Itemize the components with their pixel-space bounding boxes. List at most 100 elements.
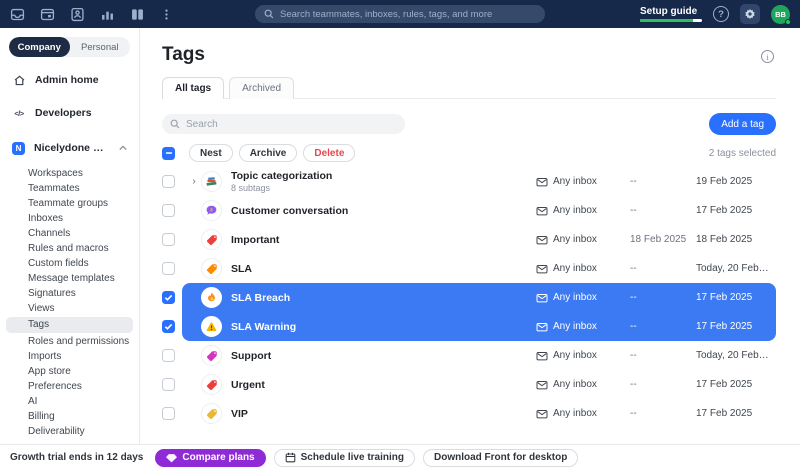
table-row: VIP Any inbox -- 17 Feb 2025 <box>162 399 776 428</box>
split-view-icon[interactable] <box>130 7 145 22</box>
sidebar-item-custom-fields[interactable]: Custom fields <box>0 256 139 271</box>
sidebar-item-channels[interactable]: Channels <box>0 226 139 241</box>
row-checkbox[interactable] <box>162 204 175 217</box>
tag-row-body[interactable]: SLA Warning Any inbox -- 17 Feb 2025 <box>182 312 776 341</box>
settings-sidebar: Company Personal Admin home </> Develope… <box>0 28 140 444</box>
sidebar-item-workspaces[interactable]: Workspaces <box>0 166 139 181</box>
sidebar-workspace-header[interactable]: N Nicelydone Wor... <box>0 138 139 158</box>
toggle-company[interactable]: Company <box>9 37 70 57</box>
envelope-icon <box>536 235 548 245</box>
indeterminate-icon <box>165 152 172 154</box>
tags-tabs: All tags Archived <box>162 76 776 99</box>
calendar-icon[interactable] <box>40 7 55 22</box>
avatar-initials: BB <box>775 9 786 19</box>
inbox-label: Any inbox <box>553 350 597 361</box>
sidebar-item-roles-and-permissions[interactable]: Roles and permissions <box>0 334 139 349</box>
sidebar-item-developers[interactable]: </> Developers <box>0 103 139 123</box>
tag-row-body[interactable]: Customer conversation Any inbox -- 17 Feb 2… <box>182 196 776 225</box>
schedule-training-button[interactable]: Schedule live training <box>273 448 415 467</box>
tab-archived[interactable]: Archived <box>229 77 295 99</box>
tags-search-placeholder: Search <box>186 118 218 130</box>
delete-button[interactable]: Delete <box>303 144 356 162</box>
date-cell-created: Today, 20 Feb… <box>696 263 769 274</box>
tag-name: SLA Warning <box>231 320 297 333</box>
tab-all-tags[interactable]: All tags <box>162 77 225 99</box>
envelope-icon <box>536 264 548 274</box>
user-avatar[interactable]: BB <box>771 4 791 25</box>
gear-icon <box>745 8 755 20</box>
trial-countdown: Growth trial ends in 12 days <box>10 452 144 463</box>
tags-search-input[interactable]: Search <box>162 114 405 134</box>
sidebar-item-tags[interactable]: Tags <box>6 317 133 333</box>
inbox-label: Any inbox <box>553 292 597 303</box>
row-checkbox[interactable] <box>162 233 175 246</box>
tag-name: Urgent <box>231 378 265 391</box>
home-icon <box>12 74 26 87</box>
sidebar-item-teammates[interactable]: Teammates <box>0 181 139 196</box>
toggle-personal[interactable]: Personal <box>70 37 131 57</box>
tag-name-cell: SLA <box>231 263 536 275</box>
sidebar-item-ai[interactable]: AI <box>0 394 139 409</box>
tag-row-body[interactable]: SLA Any inbox -- Today, 20 Feb… <box>182 254 776 283</box>
more-icon[interactable] <box>160 7 173 22</box>
row-checkbox[interactable] <box>162 262 175 275</box>
expand-chevron-icon[interactable]: › <box>187 176 201 187</box>
workspace-label: Nicelydone Wor... <box>34 142 110 154</box>
row-checkbox[interactable] <box>162 349 175 362</box>
inbox-icon[interactable] <box>10 7 25 22</box>
sidebar-item-signatures[interactable]: Signatures <box>0 286 139 301</box>
inbox-cell: Any inbox <box>536 379 630 390</box>
archive-button[interactable]: Archive <box>238 144 298 162</box>
tag-row-body[interactable]: SLA Breach Any inbox -- 17 Feb 2025 <box>182 283 776 312</box>
date-cell-created: 17 Feb 2025 <box>696 205 753 216</box>
sidebar-item-rules-and-macros[interactable]: Rules and macros <box>0 241 139 256</box>
download-desktop-button[interactable]: Download Front for desktop <box>422 448 579 467</box>
tag-row-body[interactable]: Support Any inbox -- Today, 20 Feb… <box>182 341 776 370</box>
row-checkbox[interactable] <box>162 175 175 188</box>
date-cell-secondary: -- <box>630 205 637 216</box>
sidebar-item-app-store[interactable]: App store <box>0 364 139 379</box>
sidebar-item-imports[interactable]: Imports <box>0 349 139 364</box>
sidebar-item-preferences[interactable]: Preferences <box>0 379 139 394</box>
add-tag-button[interactable]: Add a tag <box>709 113 776 135</box>
tag-yellow-icon <box>201 403 222 424</box>
sidebar-item-deliverability[interactable]: Deliverability <box>0 424 139 439</box>
sidebar-item-views[interactable]: Views <box>0 301 139 316</box>
info-icon[interactable]: i <box>761 50 774 63</box>
setup-guide-label: Setup guide <box>640 6 698 17</box>
setup-guide-button[interactable]: Setup guide <box>640 6 702 22</box>
inbox-cell: Any inbox <box>536 350 630 361</box>
tag-name: VIP <box>231 407 248 420</box>
compare-plans-button[interactable]: Compare plans <box>155 448 266 467</box>
contacts-icon[interactable] <box>70 7 85 22</box>
table-row: Support Any inbox -- Today, 20 Feb… <box>162 341 776 370</box>
tag-name-cell: SLA Warning <box>231 321 536 333</box>
row-checkbox[interactable] <box>162 378 175 391</box>
inbox-label: Any inbox <box>553 176 597 187</box>
tag-row-body[interactable]: › Topic categorization 8 subtags Any inbox -… <box>182 167 776 196</box>
nest-button[interactable]: Nest <box>189 144 233 162</box>
sidebar-item-billing[interactable]: Billing <box>0 409 139 424</box>
fire-icon <box>201 287 222 308</box>
global-search-input[interactable]: Search teammates, inboxes, rules, tags, … <box>255 5 545 23</box>
sidebar-item-message-templates[interactable]: Message templates <box>0 271 139 286</box>
sidebar-item-teammate-groups[interactable]: Teammate groups <box>0 196 139 211</box>
row-checkbox[interactable] <box>162 407 175 420</box>
analytics-icon[interactable] <box>100 7 115 22</box>
help-button[interactable]: ? <box>713 6 729 22</box>
inbox-cell: Any inbox <box>536 234 630 245</box>
sidebar-item-admin-home[interactable]: Admin home <box>0 70 139 90</box>
select-all-checkbox[interactable] <box>162 146 175 160</box>
tag-row-body[interactable]: Important Any inbox 18 Feb 2025 18 Feb 2025 <box>182 225 776 254</box>
tag-red-icon <box>201 229 222 250</box>
speech-icon <box>201 200 222 221</box>
table-row: › Topic categorization 8 subtags Any inbox -… <box>162 167 776 196</box>
tag-row-body[interactable]: Urgent Any inbox -- 17 Feb 2025 <box>182 370 776 399</box>
row-checkbox[interactable] <box>162 320 175 333</box>
envelope-icon <box>536 206 548 216</box>
table-row: Customer conversation Any inbox -- 17 Feb 2… <box>162 196 776 225</box>
sidebar-item-inboxes[interactable]: Inboxes <box>0 211 139 226</box>
tag-row-body[interactable]: VIP Any inbox -- 17 Feb 2025 <box>182 399 776 428</box>
row-checkbox[interactable] <box>162 291 175 304</box>
settings-gear-button[interactable] <box>740 4 760 24</box>
